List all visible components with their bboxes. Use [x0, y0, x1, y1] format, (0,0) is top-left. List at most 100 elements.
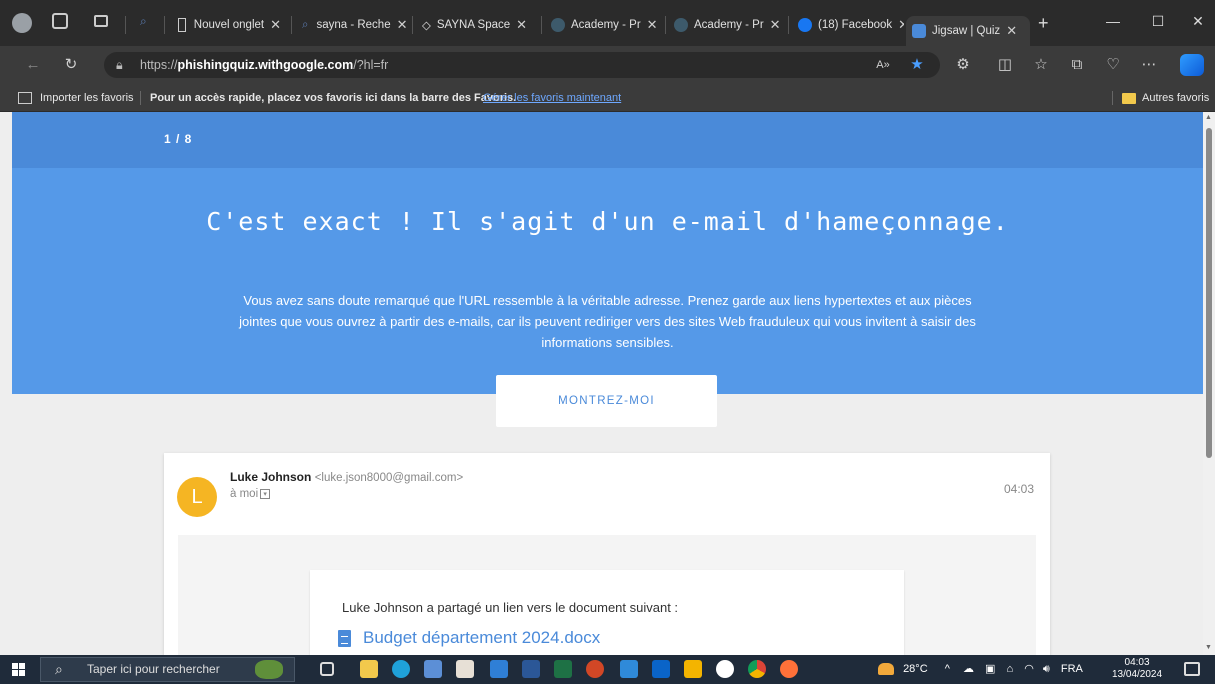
workspaces-icon[interactable] — [52, 13, 68, 29]
email-body: Luke Johnson a partagé un lien vers le d… — [178, 535, 1036, 655]
temperature[interactable]: 28°C — [903, 663, 928, 675]
excel-icon[interactable] — [554, 660, 572, 678]
recipient-dropdown-icon[interactable]: ▾ — [260, 488, 271, 499]
quiz-progress-text: 1 / 8 — [164, 132, 193, 146]
address-toolbar: ← ↻ 🔒︎ https://phishingquiz.withgoogle.c… — [0, 46, 1215, 84]
search-icon: ⌕ — [55, 661, 63, 677]
sender-name: Luke Johnson — [230, 470, 312, 484]
tab-label: Academy - Pr — [571, 19, 641, 31]
sender-avatar: L — [177, 477, 217, 517]
split-screen-icon[interactable]: ◫ — [994, 54, 1016, 76]
paint-icon[interactable] — [456, 660, 474, 678]
meet-icon[interactable]: ▣ — [985, 663, 995, 675]
google-slides-icon[interactable] — [684, 660, 702, 678]
word-icon[interactable] — [522, 660, 540, 678]
extensions-icon[interactable]: ⚙ — [952, 54, 974, 76]
github-icon[interactable] — [716, 660, 734, 678]
share-message: Luke Johnson a partagé un lien vers le d… — [342, 600, 679, 615]
clock-time: 04:03 — [1124, 657, 1150, 668]
sender-address: <luke.json8000@gmail.com> — [314, 472, 464, 484]
page-scrollbar[interactable]: ▲ ▼ — [1203, 112, 1215, 655]
tab-academy-1[interactable]: Academy - Pr ✕ — [545, 12, 663, 38]
favorites-list-icon[interactable]: ☆ — [1030, 54, 1052, 76]
page-viewport: 1 / 8 C'est exact ! Il s'agit d'un e-mai… — [0, 112, 1203, 655]
favorites-divider — [1112, 91, 1113, 105]
wifi-icon[interactable]: ◠ — [1024, 663, 1034, 675]
app-icon[interactable] — [424, 660, 442, 678]
language-indicator[interactable]: FRA — [1061, 663, 1083, 675]
document-name[interactable]: Budget département 2024.docx — [363, 628, 600, 648]
network-icon[interactable]: ⌂ — [1006, 663, 1013, 675]
calendar-icon[interactable] — [490, 660, 508, 678]
onedrive-icon[interactable]: ☁ — [963, 663, 974, 675]
tab-new-tab[interactable]: Nouvel onglet ✕ — [172, 12, 287, 38]
document-link[interactable]: Budget département 2024.docx — [338, 628, 600, 648]
show-hidden-icons-icon[interactable]: ^ — [945, 663, 950, 675]
close-tab-icon[interactable]: ✕ — [516, 17, 527, 33]
refresh-icon[interactable]: ↻ — [60, 54, 82, 76]
copilot-icon[interactable] — [1180, 54, 1204, 76]
search-icon: ⌕ — [302, 18, 309, 31]
maximize-icon[interactable]: ☐ — [1138, 8, 1178, 34]
result-description: Vous avez sans doute remarqué que l'URL … — [239, 293, 976, 350]
close-tab-icon[interactable]: ✕ — [647, 17, 658, 33]
scrollbar-thumb[interactable] — [1206, 128, 1212, 458]
tab-jigsaw-quiz[interactable]: Jigsaw | Quiz ✕ — [906, 16, 1030, 46]
email-preview-card: L Luke Johnson <luke.json8000@gmail.com>… — [164, 453, 1050, 655]
more-menu-icon[interactable]: ⋯ — [1138, 54, 1160, 76]
minimize-icon[interactable]: — — [1093, 8, 1133, 34]
other-favorites-link[interactable]: Autres favoris — [1142, 84, 1209, 112]
tab-academy-2[interactable]: Academy - Pr ✕ — [668, 12, 786, 38]
system-tray: 28°C ^ ☁ ▣ ⌂ ◠ 🔊︎ FRA — [878, 655, 1083, 684]
favorites-bar: Importer les favoris Pour un accès rapid… — [0, 84, 1215, 112]
tab-actions-icon[interactable] — [94, 15, 108, 27]
url-field[interactable]: 🔒︎ https://phishingquiz.withgoogle.com/?… — [104, 52, 940, 78]
task-view-icon[interactable] — [320, 662, 334, 676]
search-highlight-icon[interactable] — [255, 660, 283, 679]
favorites-divider — [140, 91, 141, 105]
edge-icon[interactable] — [392, 660, 410, 678]
mail-icon[interactable] — [620, 660, 638, 678]
academy-icon — [674, 18, 688, 32]
tab-sayna-space[interactable]: ◇ SAYNA Space ✕ — [416, 12, 538, 38]
tab-facebook[interactable]: (18) Facebook ✕ — [792, 12, 904, 38]
outlook-icon[interactable] — [652, 660, 670, 678]
collections-icon[interactable]: ⧉ — [1066, 54, 1088, 76]
scroll-up-icon[interactable]: ▲ — [1205, 114, 1212, 121]
powerpoint-icon[interactable] — [586, 660, 604, 678]
tab-label: Nouvel onglet — [193, 19, 265, 31]
weather-icon[interactable] — [878, 663, 894, 676]
taskbar-search-input[interactable]: ⌕ Taper ici pour rechercher — [40, 657, 295, 682]
close-tab-icon[interactable]: ✕ — [770, 17, 781, 33]
scroll-down-icon[interactable]: ▼ — [1205, 644, 1212, 651]
browser-essentials-icon[interactable]: ♡ — [1102, 54, 1124, 76]
close-tab-icon[interactable]: ✕ — [898, 17, 904, 33]
import-favorites-link[interactable]: Importer les favoris — [40, 84, 134, 112]
search-tab-icon[interactable]: ⌕ — [140, 14, 147, 29]
close-tab-icon[interactable]: ✕ — [397, 17, 408, 33]
close-tab-icon[interactable]: ✕ — [270, 17, 281, 33]
profile-avatar-icon[interactable] — [12, 13, 32, 33]
taskbar-clock[interactable]: 04:03 13/04/2024 — [1112, 657, 1162, 681]
windows-start-icon[interactable] — [12, 663, 25, 676]
file-explorer-icon[interactable] — [360, 660, 378, 678]
new-tab-plus-icon[interactable]: + — [1038, 13, 1049, 34]
favorite-star-icon[interactable]: ★ — [906, 54, 928, 76]
folder-icon — [1122, 93, 1136, 104]
read-aloud-icon[interactable]: A» — [872, 54, 894, 76]
lock-icon: 🔒︎ — [116, 58, 123, 72]
clock-date: 13/04/2024 — [1112, 669, 1163, 680]
notifications-icon[interactable] — [1184, 662, 1200, 676]
close-window-icon[interactable]: ✕ — [1178, 8, 1215, 34]
back-arrow-icon[interactable]: ← — [22, 54, 44, 76]
show-me-button[interactable]: MONTREZ-MOI — [496, 375, 717, 427]
tab-sayna-search[interactable]: ⌕ sayna - Reche ✕ — [296, 12, 408, 38]
chrome-icon[interactable] — [748, 660, 766, 678]
tab-label: (18) Facebook — [818, 19, 893, 31]
volume-icon[interactable]: 🔊︎ — [1043, 663, 1050, 675]
manage-favorites-link[interactable]: Gérer les favoris maintenant — [483, 84, 621, 112]
import-favorites-icon[interactable] — [18, 92, 32, 104]
close-tab-icon[interactable]: ✕ — [1006, 23, 1017, 39]
firefox-icon[interactable] — [780, 660, 798, 678]
windows-taskbar: ⌕ Taper ici pour rechercher 28°C ^ ☁ ▣ ⌂… — [0, 655, 1215, 684]
